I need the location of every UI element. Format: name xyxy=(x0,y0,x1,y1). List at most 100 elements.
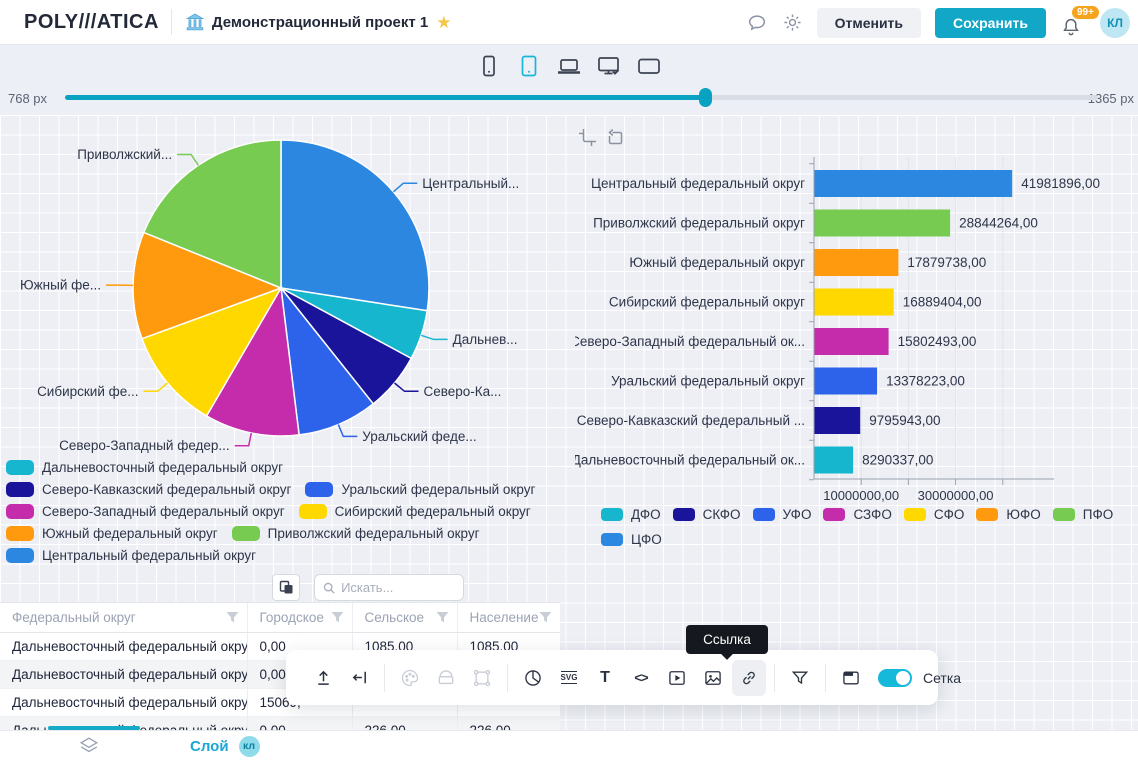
column-header-label: Сельское xyxy=(364,609,425,625)
legend-swatch xyxy=(6,482,34,497)
legend-item[interactable]: Северо-Кавказский федеральный округ xyxy=(6,482,291,497)
layer-tab[interactable]: Слой xyxy=(190,738,229,755)
legend-item[interactable]: Дальневосточный федеральный округ xyxy=(6,460,283,475)
filter-funnel-icon[interactable] xyxy=(331,611,344,627)
pie-slice-label: Приволжский... xyxy=(77,147,172,162)
bar[interactable] xyxy=(814,209,951,237)
legend-label: Дальневосточный федеральный округ xyxy=(42,460,284,475)
bar[interactable] xyxy=(814,407,861,434)
filter-funnel-icon[interactable] xyxy=(539,611,552,627)
legend-label: Сибирский федеральный округ xyxy=(334,504,531,519)
image-icon[interactable] xyxy=(696,660,730,696)
legend-item[interactable]: УФО xyxy=(752,507,811,522)
app-logo: POLY///ATICA xyxy=(24,10,159,33)
museum-icon xyxy=(185,13,204,31)
legend-item[interactable]: Сибирский федеральный округ xyxy=(298,504,531,519)
device-phone-button[interactable] xyxy=(475,53,503,79)
legend-item[interactable]: СКФО xyxy=(672,507,741,522)
header: POLY///ATICA Демонстрационный проект 1 ★ xyxy=(0,0,1138,45)
table-search[interactable] xyxy=(314,574,464,601)
legend-item[interactable]: ПФО xyxy=(1052,507,1114,522)
toolbar-divider xyxy=(825,663,826,692)
dashboard-canvas[interactable]: Центральный... Дальнев... Северо-Ка... Урал… xyxy=(0,115,1138,730)
table-column-header: Федеральный округ xyxy=(0,603,248,633)
pie-slice-label: Центральный... xyxy=(422,176,519,191)
layers-icon[interactable] xyxy=(78,735,100,757)
bar[interactable] xyxy=(814,446,854,474)
chat-icon[interactable] xyxy=(746,12,768,34)
legend-label: ПФО xyxy=(1082,507,1114,522)
bar[interactable] xyxy=(814,367,878,395)
avatar[interactable]: КЛ xyxy=(1100,7,1130,38)
legend-item[interactable]: СЗФО xyxy=(823,507,892,522)
legend-label: Приволжский федеральный округ xyxy=(267,526,480,541)
app-window: POLY///ATICA Демонстрационный проект 1 ★ xyxy=(0,0,1138,761)
pie-slice[interactable] xyxy=(280,139,430,312)
legend-item[interactable]: ЦФО xyxy=(601,532,662,547)
width-slider-track[interactable] xyxy=(65,88,1098,107)
bar[interactable] xyxy=(814,328,889,355)
legend-item[interactable]: ЮФО xyxy=(976,507,1041,522)
legend-item[interactable]: Уральский федеральный округ xyxy=(305,482,535,497)
legend-swatch xyxy=(903,508,926,521)
copy-table-icon[interactable] xyxy=(272,574,300,601)
legend-swatch xyxy=(6,504,34,519)
save-button[interactable]: Сохранить xyxy=(935,7,1046,38)
width-slider-thumb[interactable] xyxy=(699,88,713,107)
pie-chart-legend: Дальневосточный федеральный округ Северо-… xyxy=(6,460,562,563)
settings-gear-icon[interactable] xyxy=(782,12,803,33)
legend-label: Южный федеральный округ xyxy=(42,526,218,541)
legend-swatch xyxy=(601,533,623,546)
code-icon[interactable]: <> xyxy=(624,660,658,696)
bar[interactable] xyxy=(814,170,1013,197)
window-icon[interactable] xyxy=(834,660,868,696)
notifications-bell-icon[interactable]: 99+ xyxy=(1060,5,1099,38)
pie-chart-icon[interactable] xyxy=(516,660,550,696)
link-icon[interactable] xyxy=(732,659,766,696)
legend-item[interactable]: Южный федеральный округ xyxy=(6,526,218,541)
legend-item[interactable]: СФО xyxy=(903,507,964,522)
video-icon[interactable] xyxy=(660,660,694,696)
table-column-header: Сельское xyxy=(352,603,458,633)
device-display-button[interactable] xyxy=(635,53,663,79)
device-laptop-button[interactable] xyxy=(555,53,583,79)
bar[interactable] xyxy=(814,249,899,276)
filter-icon[interactable] xyxy=(783,660,817,696)
bar-category-label: Южный федеральный округ xyxy=(629,255,805,270)
legend-swatch xyxy=(976,508,999,521)
grid-toggle-label: Сетка xyxy=(923,669,962,686)
device-desktop-button[interactable] xyxy=(595,53,623,79)
legend-label: Северо-Западный федеральный округ xyxy=(42,504,285,519)
bar-x-tick-label: 30000000,00 xyxy=(918,488,994,503)
device-tablet-button[interactable] xyxy=(515,53,543,79)
upload-icon[interactable] xyxy=(306,660,340,696)
width-slider-row: 768 px 1365 px xyxy=(0,83,1138,113)
svg-icon[interactable]: SVG xyxy=(552,660,586,696)
legend-swatch xyxy=(298,504,327,519)
grid-toggle[interactable] xyxy=(878,668,912,687)
legend-item[interactable]: ДФО xyxy=(601,507,661,522)
floating-toolbar: SVG T <> Сетка xyxy=(286,650,961,705)
legend-item[interactable]: Северо-Западный федеральный округ xyxy=(6,504,285,519)
search-input[interactable] xyxy=(341,580,455,595)
toolbar-divider xyxy=(507,663,508,692)
bar-category-label: Сибирский федеральный округ xyxy=(609,295,805,310)
table-cell: 226,00 xyxy=(457,716,560,730)
transform-icon[interactable] xyxy=(465,660,499,696)
bar[interactable] xyxy=(814,288,894,316)
tooltip: Ссылка xyxy=(686,625,768,654)
filter-funnel-icon[interactable] xyxy=(226,611,239,627)
column-header-label: Городское xyxy=(259,609,324,625)
legend-label: ДФО xyxy=(631,507,661,522)
cancel-button[interactable]: Отменить xyxy=(816,7,922,38)
legend-label: ЦФО xyxy=(631,532,662,547)
legend-item[interactable]: Центральный федеральный округ xyxy=(6,548,256,563)
text-icon[interactable]: T xyxy=(588,660,622,696)
favorite-star-icon[interactable]: ★ xyxy=(436,14,451,31)
pie-label-line xyxy=(392,182,418,193)
legend-item[interactable]: Приволжский федеральный округ xyxy=(231,526,480,541)
collapse-left-icon[interactable] xyxy=(342,660,376,696)
bag-icon[interactable] xyxy=(429,660,463,696)
filter-funnel-icon[interactable] xyxy=(436,611,449,627)
palette-icon[interactable] xyxy=(393,660,427,696)
